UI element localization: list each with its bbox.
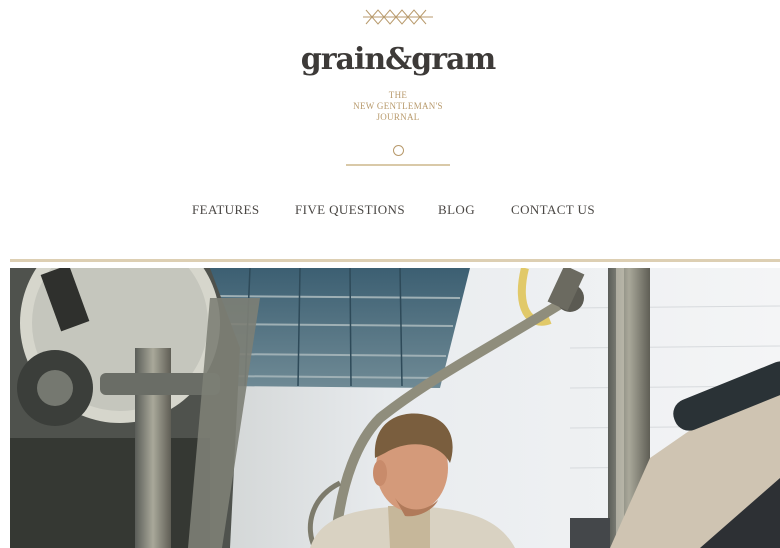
tagline-line-2: NEW GENTLEMAN'S (353, 101, 443, 111)
header-bottom-divider (10, 259, 780, 262)
nav-item-features[interactable]: FEATURES (192, 202, 260, 218)
header-short-divider (346, 164, 450, 166)
hero-image[interactable] (10, 268, 780, 548)
site-header: grain&gram THE NEW GENTLEMAN'S JOURNAL F… (0, 0, 780, 262)
site-tagline: THE NEW GENTLEMAN'S JOURNAL (0, 90, 780, 123)
main-nav: FEATURES FIVE QUESTIONS BLOG CONTACT US (0, 202, 780, 220)
nav-item-contact-us[interactable]: CONTACT US (511, 202, 595, 218)
nav-item-five-questions[interactable]: FIVE QUESTIONS (295, 202, 405, 218)
tagline-line-1: THE (388, 90, 408, 100)
tagline-line-3: JOURNAL (376, 112, 420, 122)
circle-divider-icon (393, 145, 404, 156)
hero-photo (10, 268, 780, 548)
site-logo[interactable]: grain&gram (0, 42, 780, 77)
nav-item-blog[interactable]: BLOG (438, 202, 475, 218)
diamond-chain-ornament-icon (363, 9, 433, 25)
